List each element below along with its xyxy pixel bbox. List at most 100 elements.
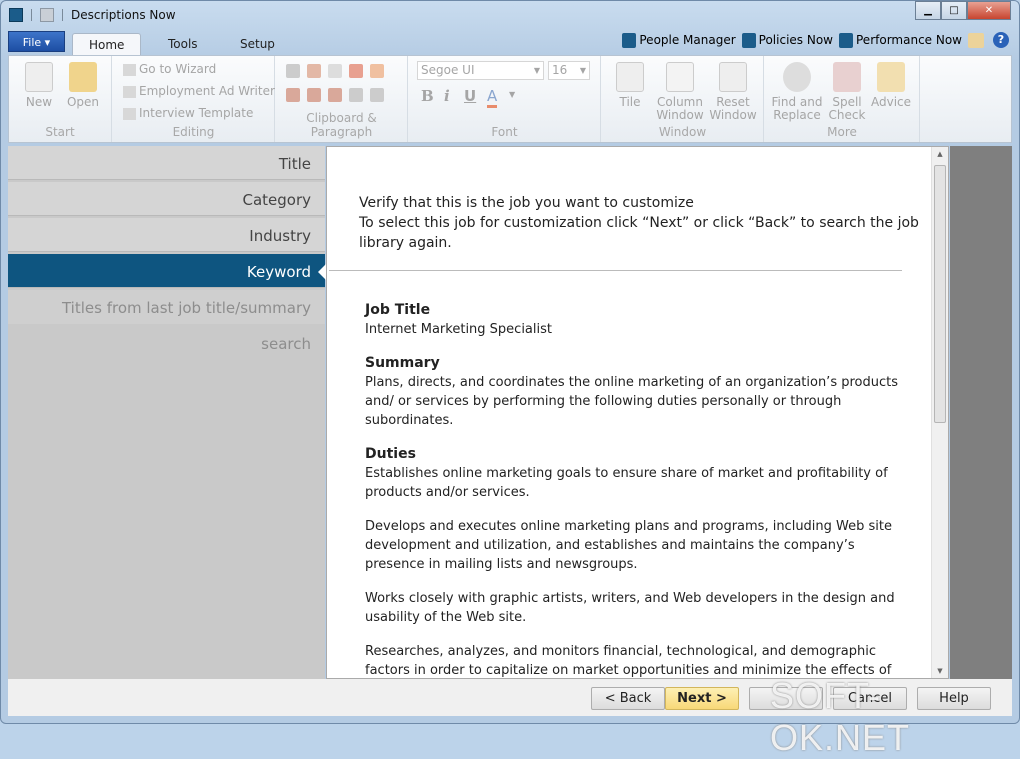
section-heading: Job Title: [365, 302, 431, 318]
interview-label: Interview Template: [139, 106, 254, 120]
performance-now-label: Performance Now: [856, 32, 962, 47]
job-preview-panel: Verify that this is the job you want to …: [326, 146, 949, 679]
tile-label: Tile: [619, 95, 641, 109]
chevron-down-icon: ▼: [533, 66, 540, 75]
chevron-down-icon[interactable]: ▼: [509, 90, 515, 99]
bold-button[interactable]: B: [421, 87, 434, 105]
align-right-icon[interactable]: [328, 88, 342, 102]
instructions: Verify that this is the job you want to …: [359, 193, 939, 253]
performance-now-icon: [839, 32, 853, 48]
watermark: SOFT-OK.NET: [770, 675, 911, 758]
help-icon[interactable]: ?: [993, 32, 1009, 48]
spell-check-label: Spell Check: [828, 95, 866, 122]
duty-item: Establishes online marketing goals to en…: [365, 466, 888, 500]
open-label: Open: [66, 95, 100, 109]
window-controls: ▁ □ ✕: [915, 1, 1011, 20]
scrollbar-thumb[interactable]: [934, 165, 946, 423]
reset-window-label: Reset Window: [709, 95, 757, 122]
save-icon[interactable]: [40, 8, 54, 22]
tile-button[interactable]: Tile: [610, 62, 650, 109]
wand-icon: [123, 63, 136, 76]
new-button[interactable]: New: [19, 62, 59, 109]
outdent-icon[interactable]: [349, 88, 363, 102]
open-folder-icon: [69, 62, 97, 92]
font-color-button[interactable]: A: [487, 87, 498, 108]
advice-button[interactable]: Advice: [871, 62, 911, 109]
group-label: Editing: [172, 125, 215, 139]
nav-item-category[interactable]: Category: [8, 182, 325, 216]
side-panel: [950, 146, 1012, 679]
open-button[interactable]: Open: [63, 62, 103, 109]
ad-writer-icon: [123, 85, 136, 98]
nav-item-title[interactable]: Title: [8, 146, 325, 180]
column-window-button[interactable]: Column Window: [654, 62, 706, 122]
maximize-button[interactable]: □: [941, 1, 967, 20]
tab-tools[interactable]: Tools: [152, 33, 214, 55]
undo-icon[interactable]: [349, 64, 363, 78]
app-icon[interactable]: [9, 8, 23, 22]
summary-text: Plans, directs, and coordinates the onli…: [365, 375, 898, 428]
spell-check-button[interactable]: Spell Check: [827, 62, 867, 122]
bell-icon: [877, 62, 905, 92]
group-editing: Go to Wizard Employment Ad Writer Interv…: [113, 56, 275, 142]
column-window-icon: [666, 62, 694, 92]
group-label: More: [827, 125, 857, 139]
interview-template-button[interactable]: Interview Template: [123, 106, 253, 120]
back-button[interactable]: < Back: [591, 687, 665, 710]
underline-button[interactable]: U: [464, 87, 476, 105]
copy-icon[interactable]: [328, 64, 342, 78]
find-replace-button[interactable]: Find and Replace: [771, 62, 823, 122]
group-label: Clipboard & Paragraph: [306, 111, 377, 139]
list-icon: [123, 107, 136, 120]
product-links: People Manager Policies Now Performance …: [622, 32, 1012, 48]
close-button[interactable]: ✕: [967, 1, 1011, 20]
title-bar: Descriptions Now: [1, 1, 1019, 29]
next-button[interactable]: Next >: [665, 687, 739, 710]
ribbon-tabs: File ▾ Home Tools Setup People Manager P…: [8, 31, 1012, 55]
nav-item-industry[interactable]: Industry: [8, 218, 325, 252]
font-family-select[interactable]: Segoe UI ▼: [417, 61, 544, 80]
duty-item: Works closely with graphic artists, writ…: [365, 591, 895, 625]
people-manager-link[interactable]: People Manager: [622, 32, 736, 48]
separator: [62, 9, 63, 21]
section-heading: Summary: [365, 355, 440, 371]
instruction-line: To select this job for customization cli…: [359, 215, 919, 251]
nav-item-last-search[interactable]: Titles from last job title/summary searc…: [8, 290, 325, 353]
advice-bell-icon[interactable]: [968, 32, 984, 48]
group-more: Find and Replace Spell Check Advice More: [765, 56, 920, 142]
job-description: Job Title Internet Marketing Specialist …: [365, 301, 905, 678]
group-start: New Open Start: [9, 56, 112, 142]
go-to-wizard-button[interactable]: Go to Wizard: [123, 62, 216, 76]
reset-window-button[interactable]: Reset Window: [708, 62, 758, 122]
font-size-value: 16: [552, 63, 568, 77]
duty-item: Develops and executes online marketing p…: [365, 519, 893, 572]
indent-icon[interactable]: [370, 88, 384, 102]
scroll-down-icon[interactable]: ▼: [932, 667, 948, 675]
performance-now-link[interactable]: Performance Now: [839, 32, 962, 48]
align-left-icon[interactable]: [286, 88, 300, 102]
redo-icon[interactable]: [370, 64, 384, 78]
file-menu-button[interactable]: File ▾: [8, 31, 65, 52]
vertical-scrollbar[interactable]: ▲ ▼: [931, 147, 948, 678]
align-center-icon[interactable]: [307, 88, 321, 102]
paste-icon[interactable]: [286, 64, 300, 78]
cut-icon[interactable]: [307, 64, 321, 78]
new-document-icon: [25, 62, 53, 92]
policies-now-label: Policies Now: [758, 32, 833, 47]
advice-label: Advice: [871, 95, 912, 109]
tab-home[interactable]: Home: [72, 33, 142, 55]
group-font: Segoe UI ▼ 16 ▼ B i U A ▼ Font: [409, 56, 601, 142]
wizard-label: Go to Wizard: [139, 62, 217, 76]
italic-button[interactable]: i: [444, 87, 450, 105]
section-heading: Duties: [365, 446, 416, 462]
column-window-label: Column Window: [656, 95, 704, 122]
scroll-up-icon[interactable]: ▲: [932, 150, 948, 158]
policies-now-link[interactable]: Policies Now: [741, 32, 833, 48]
tile-icon: [616, 62, 644, 92]
font-size-select[interactable]: 16 ▼: [548, 61, 590, 80]
minimize-button[interactable]: ▁: [915, 1, 941, 20]
ribbon: New Open Start Go to Wizard Employment A…: [8, 55, 1012, 143]
nav-item-keyword[interactable]: Keyword: [8, 254, 326, 288]
employment-ad-writer-button[interactable]: Employment Ad Writer: [123, 84, 275, 98]
tab-setup[interactable]: Setup: [224, 33, 291, 55]
